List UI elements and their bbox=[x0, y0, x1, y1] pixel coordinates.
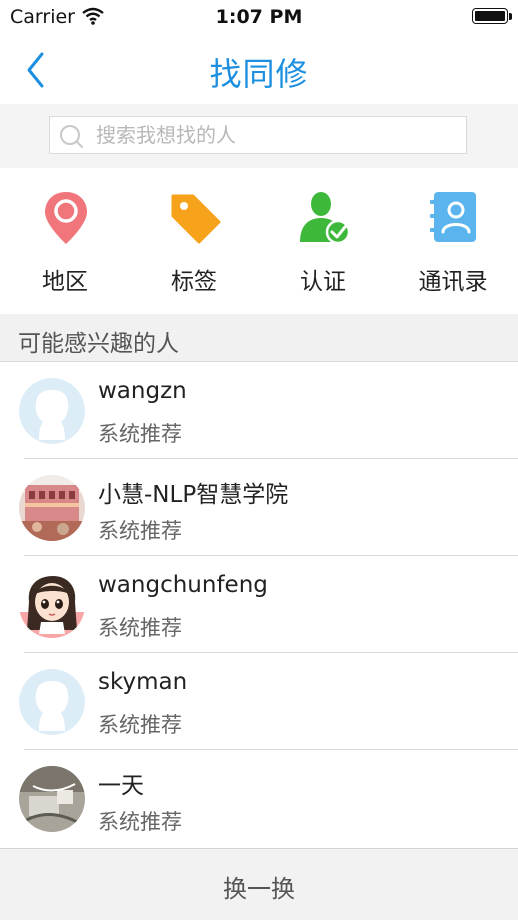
building-photo-avatar bbox=[19, 475, 85, 541]
list-item[interactable]: wangchunfeng 系统推荐 bbox=[0, 556, 518, 653]
list-item[interactable]: wangzn 系统推荐 bbox=[0, 362, 518, 459]
category-tag-label: 标签 bbox=[171, 269, 217, 295]
nav-bar: 找同修 bbox=[0, 34, 518, 105]
search-input[interactable] bbox=[96, 117, 456, 153]
person-name: 小慧-NLP智慧学院 bbox=[98, 482, 289, 508]
category-region[interactable]: 地区 bbox=[0, 168, 130, 314]
search-bar bbox=[0, 104, 518, 168]
tag-icon bbox=[171, 194, 221, 244]
category-verified-label: 认证 bbox=[300, 269, 346, 295]
category-contacts[interactable]: 通讯录 bbox=[388, 168, 518, 314]
person-subtitle: 系统推荐 bbox=[98, 713, 182, 737]
person-name: 一天 bbox=[98, 773, 144, 799]
person-subtitle: 系统推荐 bbox=[98, 616, 182, 640]
avatar bbox=[19, 378, 85, 444]
avatar bbox=[19, 766, 85, 832]
status-bar: Carrier 1:07 PM bbox=[0, 0, 518, 34]
list-item[interactable]: 一天 系统推荐 bbox=[0, 750, 518, 847]
avatar bbox=[19, 572, 85, 638]
section-header: 可能感兴趣的人 bbox=[0, 314, 518, 362]
person-subtitle: 系统推荐 bbox=[98, 422, 182, 446]
search-box[interactable] bbox=[49, 116, 467, 154]
person-subtitle: 系统推荐 bbox=[98, 810, 182, 834]
location-pin-icon bbox=[45, 192, 87, 244]
avatar bbox=[19, 669, 85, 735]
section-title: 可能感兴趣的人 bbox=[18, 331, 179, 357]
desk-photo-avatar bbox=[19, 766, 85, 832]
category-tag[interactable]: 标签 bbox=[129, 168, 259, 314]
refresh-button[interactable]: 换一换 bbox=[0, 848, 518, 920]
category-contacts-label: 通讯录 bbox=[418, 269, 488, 295]
verified-user-icon bbox=[300, 192, 350, 245]
person-subtitle: 系统推荐 bbox=[98, 519, 182, 543]
person-name: wangzn bbox=[98, 378, 187, 404]
search-icon bbox=[60, 125, 83, 148]
list-item[interactable]: skyman 系统推荐 bbox=[0, 653, 518, 750]
default-avatar-icon bbox=[19, 669, 85, 735]
page-title: 找同修 bbox=[209, 55, 309, 93]
cartoon-girl-avatar bbox=[19, 572, 85, 638]
avatar bbox=[19, 475, 85, 541]
category-row: 地区 标签 认证 通讯录 bbox=[0, 168, 518, 314]
refresh-label: 换一换 bbox=[223, 875, 295, 903]
category-verified[interactable]: 认证 bbox=[258, 168, 388, 314]
list-item[interactable]: 小慧-NLP智慧学院 系统推荐 bbox=[0, 459, 518, 556]
battery-tip bbox=[509, 13, 512, 20]
person-name: skyman bbox=[98, 669, 188, 695]
default-avatar-icon bbox=[19, 378, 85, 444]
person-name: wangchunfeng bbox=[98, 572, 268, 598]
contacts-book-icon bbox=[430, 192, 476, 242]
clock: 1:07 PM bbox=[215, 6, 303, 28]
category-region-label: 地区 bbox=[42, 269, 88, 295]
battery-icon bbox=[472, 8, 508, 24]
